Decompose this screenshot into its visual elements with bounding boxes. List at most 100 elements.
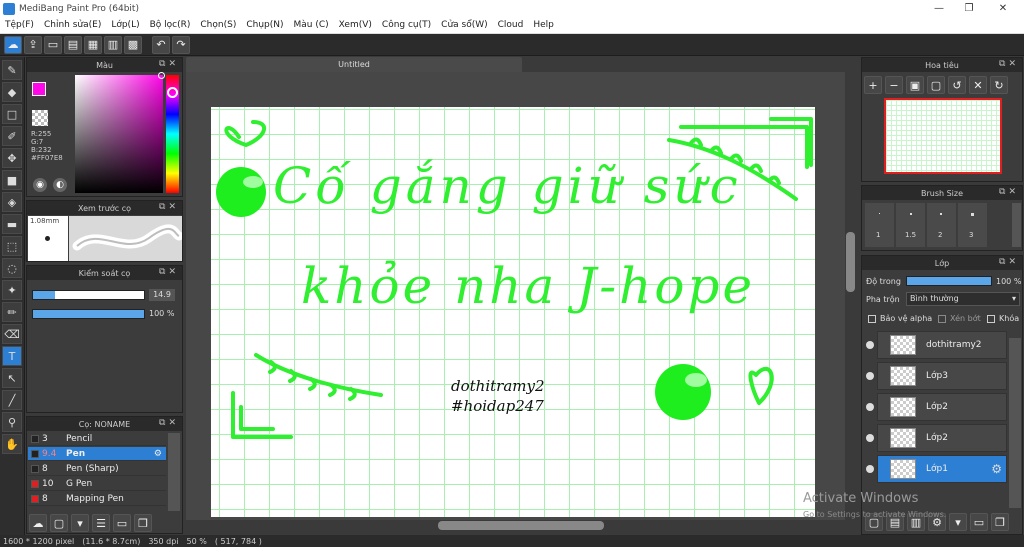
operation-tool-icon[interactable]: ↖ [2,368,22,388]
menu-file[interactable]: Tệp(F) [0,20,39,30]
move-tool-icon[interactable]: ✥ [2,148,22,168]
share-icon[interactable]: ⇪ [24,35,42,54]
dot-tool-icon[interactable]: ✐ [2,126,22,146]
drawing-paper[interactable]: Cố gắng giữ sức khỏe nha J-hope dothitra… [211,107,815,517]
shape-tool-icon[interactable]: ■ [2,170,22,190]
saturation-value-picker[interactable] [75,75,163,193]
brush-item[interactable]: 9.4 Pen ⚙ [28,447,166,461]
add-brush-icon[interactable]: ▢ [50,514,68,532]
blend-mode-select[interactable]: Bình thường ▾ [906,292,1020,306]
picker-cursor[interactable] [158,72,165,79]
comment-icon[interactable]: ▭ [44,35,62,54]
brush-menu-icon[interactable]: ▾ [71,514,89,532]
palette-icon[interactable]: ◉ [33,178,47,192]
eraser-tool-icon[interactable]: ◆ [2,82,22,102]
brush-item[interactable]: 8 Mapping Pen [28,492,166,506]
undo-icon[interactable]: ↶ [152,35,170,54]
fill-tool-icon[interactable]: ◈ [2,192,22,212]
reset-rotate-icon[interactable]: ✕ [969,76,987,94]
grid-icon[interactable]: ▩ [124,35,142,54]
lock-checkbox[interactable] [987,315,995,323]
clipping-checkbox[interactable] [938,315,946,323]
layer-folder-icon[interactable]: ▭ [970,513,988,531]
layer-item[interactable]: Lớp1 ⚙ [877,455,1007,483]
brush-size-preset[interactable]: 2 [927,203,956,247]
brush-size-slider[interactable] [32,290,145,300]
hand-tool-icon[interactable]: ✋ [2,434,22,454]
minimize-button[interactable]: — [924,0,954,17]
lasso-tool-icon[interactable]: ◌ [2,258,22,278]
menu-color[interactable]: Màu (C) [289,20,334,30]
primary-color-swatch[interactable] [32,82,46,96]
layer-item[interactable]: Lớp2 [877,393,1007,421]
panel-buttons-icon[interactable]: ⧉✕ [159,267,179,277]
protect-alpha-checkbox[interactable] [868,315,876,323]
gradient-tool-icon[interactable]: ▬ [2,214,22,234]
menu-cloud[interactable]: Cloud [493,20,529,30]
folder-icon[interactable]: ▭ [113,514,131,532]
layer-item[interactable]: Lớp3 [877,362,1007,390]
layer-item[interactable]: Lớp2 [877,424,1007,452]
layer-visibility-eye-icon[interactable] [866,372,874,380]
menu-help[interactable]: Help [528,20,559,30]
brush-item[interactable]: 10 G Pen [28,477,166,491]
select-eraser-icon[interactable]: ⌫ [2,324,22,344]
layer-item[interactable]: dothitramy2 [877,331,1007,359]
brush-size-value[interactable]: 14.9 [149,289,175,301]
brush-settings-icon[interactable]: ☰ [92,514,110,532]
layer-opacity-slider[interactable] [906,276,992,286]
rotate-left-icon[interactable]: ↺ [948,76,966,94]
select-pen-icon[interactable]: ✏ [2,302,22,322]
actual-size-icon[interactable]: ▢ [927,76,945,94]
zoom-out-icon[interactable]: − [885,76,903,94]
cloud-icon[interactable]: ☁ [4,35,22,54]
layer-visibility-eye-icon[interactable] [866,434,874,442]
eyedropper-icon[interactable]: ⚲ [2,412,22,432]
divide-tool-icon[interactable]: ╱ [2,390,22,410]
gear-icon[interactable]: ⚙ [154,449,162,459]
layer-menu-icon[interactable]: ▾ [949,513,967,531]
brush-size-preset[interactable]: 1 [865,203,894,247]
brush-item[interactable]: 3 Pencil [28,432,166,446]
layer-visibility-eye-icon[interactable] [866,341,874,349]
menu-window[interactable]: Cửa sổ(W) [436,20,492,30]
pages-icon[interactable]: ▥ [104,35,122,54]
duplicate-icon[interactable]: ❐ [134,514,152,532]
text-tool-icon[interactable]: T [2,346,22,366]
color-swap-icon[interactable]: ◐ [53,178,67,192]
cloud-brush-icon[interactable]: ☁ [29,514,47,532]
page-icon[interactable]: ▦ [84,35,102,54]
menu-snap[interactable]: Chụp(N) [241,20,288,30]
menu-select[interactable]: Chọn(S) [195,20,241,30]
brush-size-preset[interactable]: 3 [958,203,987,247]
layer-visibility-eye-icon[interactable] [866,403,874,411]
layer-visibility-eye-icon[interactable] [866,465,874,473]
canvas-horizontal-scrollbar[interactable] [186,520,845,531]
panel-buttons-icon[interactable]: ⧉✕ [999,59,1019,69]
brush-opacity-value[interactable]: 100 % [149,308,179,320]
navigator-thumbnail[interactable] [884,98,1002,174]
redo-icon[interactable]: ↷ [172,35,190,54]
maximize-button[interactable]: ❐ [954,0,984,17]
brush-size-preset[interactable]: 1.5 [896,203,925,247]
close-button[interactable]: ✕ [988,0,1018,17]
fit-icon[interactable]: ▣ [906,76,924,94]
select-tool-icon[interactable]: ⬚ [2,236,22,256]
gear-icon[interactable]: ⚙ [991,462,1002,476]
panel-buttons-icon[interactable]: ⧉✕ [159,202,179,212]
brush-list-scrollbar[interactable] [168,433,180,511]
menu-filter[interactable]: Bộ lọc(R) [145,20,196,30]
menu-layer[interactable]: Lớp(L) [106,20,144,30]
transparent-swatch[interactable] [32,110,48,126]
document-tab[interactable]: Untitled [186,57,522,72]
brush-tool-icon[interactable]: ✎ [2,60,22,80]
brush-item[interactable]: 8 Pen (Sharp) [28,462,166,476]
zoom-in-icon[interactable]: + [864,76,882,94]
panel-buttons-icon[interactable]: ⧉✕ [999,187,1019,197]
document-icon[interactable]: ▤ [64,35,82,54]
layer-list-scrollbar[interactable] [1009,338,1021,508]
panel-buttons-icon[interactable]: ⧉✕ [999,257,1019,267]
menu-tools[interactable]: Công cụ(T) [377,20,436,30]
brush-size-scrollbar[interactable] [1012,203,1021,247]
menu-edit[interactable]: Chỉnh sửa(E) [39,20,106,30]
